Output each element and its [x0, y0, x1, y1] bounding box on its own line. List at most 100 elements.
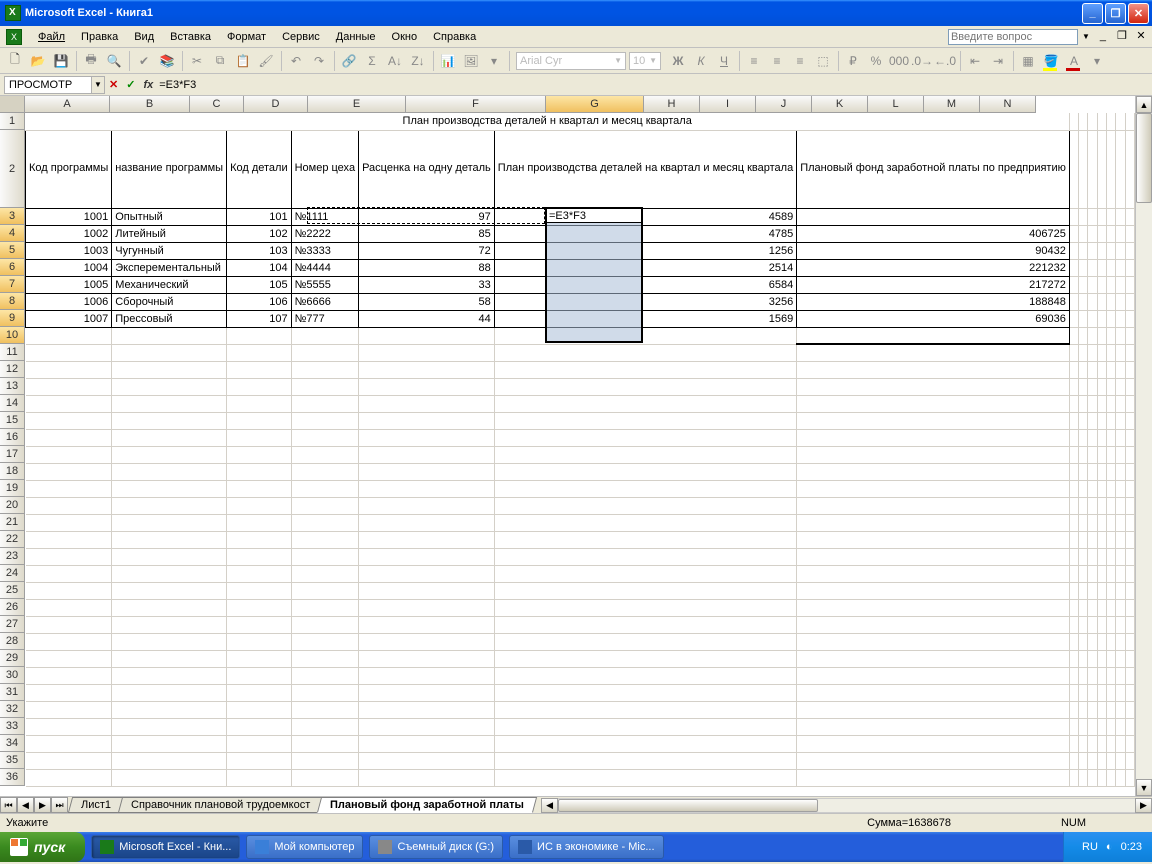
cell-C15[interactable]	[227, 412, 292, 429]
cell-C19[interactable]	[227, 480, 292, 497]
cell-K34[interactable]	[1097, 735, 1106, 752]
font-color-button[interactable]: A	[1063, 50, 1085, 72]
column-header-B[interactable]: B	[110, 96, 190, 113]
cell-D9[interactable]: №777	[291, 310, 358, 327]
align-center-button[interactable]: ≡	[766, 50, 788, 72]
cell-C26[interactable]	[227, 599, 292, 616]
cell-L20[interactable]	[1107, 497, 1116, 514]
cell-G36[interactable]	[797, 769, 1070, 786]
row-header-8[interactable]: 8	[0, 293, 25, 310]
cell-H9[interactable]	[1069, 310, 1078, 327]
hscroll-thumb[interactable]	[558, 799, 818, 812]
cell-N18[interactable]	[1125, 463, 1134, 480]
cell-N23[interactable]	[1125, 548, 1134, 565]
cell-D30[interactable]	[291, 667, 358, 684]
cell-N17[interactable]	[1125, 446, 1134, 463]
toolbar-overflow-icon[interactable]: ▾	[1086, 50, 1108, 72]
select-all-corner[interactable]	[0, 96, 25, 113]
percent-button[interactable]: %	[865, 50, 887, 72]
name-box-dropdown-icon[interactable]: ▼	[92, 76, 105, 94]
cell-E16[interactable]	[359, 429, 495, 446]
workbook-minimize-button[interactable]: _	[1096, 30, 1110, 44]
taskbar-item-1[interactable]: Мой компьютер	[246, 835, 363, 859]
tray-icon[interactable]: ◐	[1106, 841, 1113, 853]
font-size-selector[interactable]: 10▼	[629, 52, 661, 70]
grid-body[interactable]: План производства деталей н квартал и ме…	[25, 113, 1135, 796]
cell-G6[interactable]: 221232	[797, 259, 1070, 276]
cell-B7[interactable]: Механический	[112, 276, 227, 293]
row-header-22[interactable]: 22	[0, 531, 25, 548]
cell-N28[interactable]	[1125, 633, 1134, 650]
cell-J27[interactable]	[1088, 616, 1097, 633]
row-header-1[interactable]: 1	[0, 113, 25, 130]
cell-L32[interactable]	[1107, 701, 1116, 718]
cell-B30[interactable]	[112, 667, 227, 684]
cell-E17[interactable]	[359, 446, 495, 463]
cell-H5[interactable]	[1069, 242, 1078, 259]
cell-G14[interactable]	[797, 395, 1070, 412]
cell-L17[interactable]	[1107, 446, 1116, 463]
cell-H19[interactable]	[1069, 480, 1078, 497]
cell-N15[interactable]	[1125, 412, 1134, 429]
cell-D16[interactable]	[291, 429, 358, 446]
cell-M6[interactable]	[1116, 259, 1125, 276]
cell-N30[interactable]	[1125, 667, 1134, 684]
cell-K1[interactable]	[1097, 113, 1106, 130]
cell-C23[interactable]	[227, 548, 292, 565]
cell-D24[interactable]	[291, 565, 358, 582]
cell-B23[interactable]	[112, 548, 227, 565]
cell-D2[interactable]: Номер цеха	[291, 130, 358, 208]
cell-C3[interactable]: 101	[227, 208, 292, 225]
cell-E27[interactable]	[359, 616, 495, 633]
cell-M11[interactable]	[1116, 344, 1125, 361]
cell-J34[interactable]	[1088, 735, 1097, 752]
cell-C28[interactable]	[227, 633, 292, 650]
cell-F31[interactable]	[494, 684, 796, 701]
tab-nav-first-icon[interactable]: ⏮	[0, 797, 17, 813]
cell-L19[interactable]	[1107, 480, 1116, 497]
cell-N19[interactable]	[1125, 480, 1134, 497]
column-header-F[interactable]: F	[406, 96, 546, 113]
cell-J9[interactable]	[1088, 310, 1097, 327]
hyperlink-button[interactable]: 🔗	[338, 50, 360, 72]
cell-N16[interactable]	[1125, 429, 1134, 446]
cell-I17[interactable]	[1079, 446, 1088, 463]
cell-C12[interactable]	[227, 361, 292, 378]
redo-button[interactable]: ↷	[308, 50, 330, 72]
cell-G4[interactable]: 406725	[797, 225, 1070, 242]
cell-A19[interactable]	[26, 480, 112, 497]
cell-D10[interactable]	[291, 327, 358, 344]
cell-H22[interactable]	[1069, 531, 1078, 548]
cell-A29[interactable]	[26, 650, 112, 667]
cell-N27[interactable]	[1125, 616, 1134, 633]
column-header-K[interactable]: K	[812, 96, 868, 113]
cell-L11[interactable]	[1107, 344, 1116, 361]
cell-C33[interactable]	[227, 718, 292, 735]
menu-service[interactable]: Сервис	[274, 29, 328, 45]
spellcheck-button[interactable]: ✔	[133, 50, 155, 72]
vertical-scrollbar[interactable]: ▲ ▼	[1135, 96, 1152, 796]
cell-B17[interactable]	[112, 446, 227, 463]
cell-I36[interactable]	[1079, 769, 1088, 786]
cell-J13[interactable]	[1088, 378, 1097, 395]
cell-J12[interactable]	[1088, 361, 1097, 378]
cell-I10[interactable]	[1079, 327, 1088, 344]
cell-J17[interactable]	[1088, 446, 1097, 463]
cell-G28[interactable]	[797, 633, 1070, 650]
cell-E31[interactable]	[359, 684, 495, 701]
cell-C11[interactable]	[227, 344, 292, 361]
row-header-6[interactable]: 6	[0, 259, 25, 276]
cell-D7[interactable]: №5555	[291, 276, 358, 293]
chart-wizard-button[interactable]: 📊	[437, 50, 459, 72]
cell-F27[interactable]	[494, 616, 796, 633]
cell-G31[interactable]	[797, 684, 1070, 701]
cell-K21[interactable]	[1097, 514, 1106, 531]
cell-N3[interactable]	[1125, 208, 1134, 225]
cell-E26[interactable]	[359, 599, 495, 616]
cell-M27[interactable]	[1116, 616, 1125, 633]
cell-A22[interactable]	[26, 531, 112, 548]
cell-B34[interactable]	[112, 735, 227, 752]
cell-D31[interactable]	[291, 684, 358, 701]
cell-K9[interactable]	[1097, 310, 1106, 327]
cell-A21[interactable]	[26, 514, 112, 531]
